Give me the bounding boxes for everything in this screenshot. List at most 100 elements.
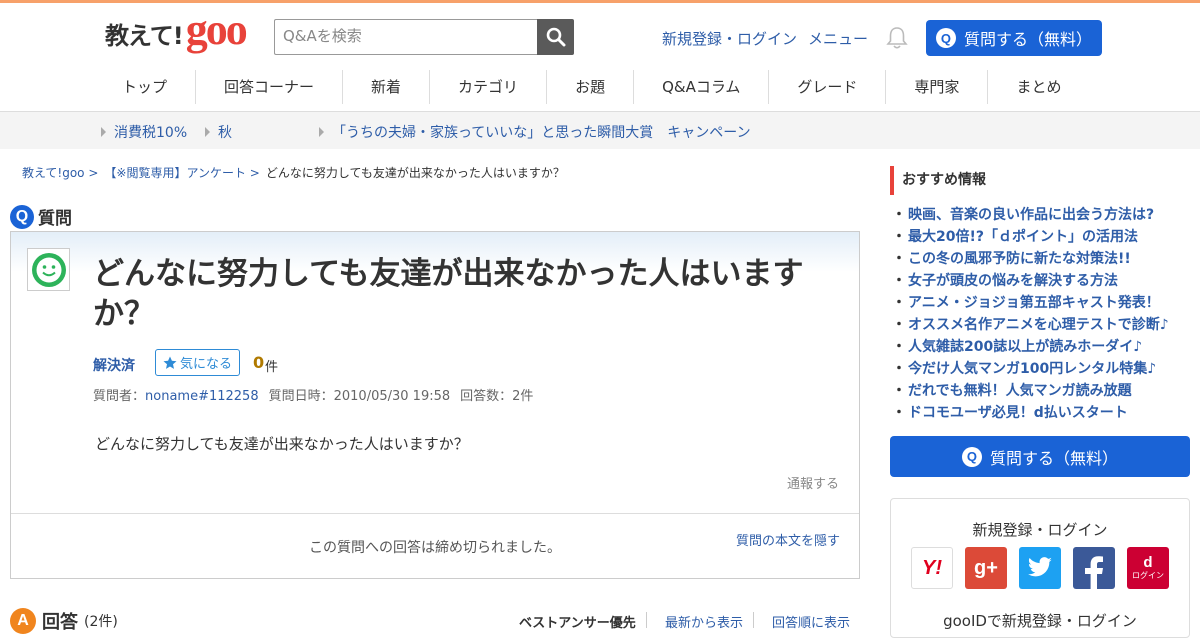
sidebar-ask-button[interactable]: Q 質問する（無料）: [890, 436, 1190, 477]
bullet: ・: [892, 295, 906, 311]
top-accent-stripe: [0, 0, 1200, 3]
sort-divider: [753, 612, 754, 628]
nav-expert[interactable]: 専門家: [886, 70, 989, 104]
nav-new[interactable]: 新着: [343, 70, 431, 104]
site-logo[interactable]: 教えて! goo: [105, 5, 248, 54]
nav-odai[interactable]: お題: [547, 70, 635, 104]
answer-count: 回答数：2件: [460, 389, 534, 404]
recommended-item[interactable]: ・今だけ人気マンガ100円レンタル特集♪: [892, 358, 1192, 380]
recommended-item-label: だれでも無料！人気マンガ読み放題: [908, 383, 1132, 399]
search-input[interactable]: Q&Aを検索: [274, 19, 538, 55]
d-logo-letter: d: [1143, 554, 1153, 571]
main-nav: トップ 回答コーナー 新着 カテゴリ お題 Q&Aコラム グレード 専門家 まと…: [94, 70, 1089, 104]
docomo-d-login-icon[interactable]: d ログイン: [1127, 547, 1169, 589]
q-icon: Q: [961, 446, 982, 467]
kininaru-label: 気になる: [179, 357, 232, 372]
twitter-login-icon[interactable]: [1019, 547, 1061, 589]
question-date: 質問日時：2010/05/30 19:58: [268, 389, 451, 404]
kininaru-unit: 件: [265, 360, 279, 375]
bullet: ・: [892, 405, 906, 421]
breadcrumb-category[interactable]: 【※閲覧専用】アンケート >: [104, 164, 259, 181]
google-plus-login-icon[interactable]: g+: [965, 547, 1007, 589]
report-link[interactable]: 通報する: [787, 473, 839, 492]
recommended-item-label: この冬の風邪予防に新たな対策法!!: [908, 251, 1131, 267]
recommended-item[interactable]: ・女子が頭皮の悩みを解決する方法: [892, 270, 1192, 292]
question-body: どんなに努力しても友達が出来なかった人はいますか？: [95, 435, 469, 453]
bullet: ・: [892, 317, 906, 333]
hide-body-link[interactable]: 質問の本文を隠す: [736, 530, 840, 549]
avatar[interactable]: [27, 248, 70, 291]
recommended-item[interactable]: ・映画、音楽の良い作品に出会う方法は?: [892, 204, 1192, 226]
recommended-item-label: ドコモユーザ必見！d払いスタート: [908, 405, 1128, 421]
recommended-item[interactable]: ・オススメ名作アニメを心理テストで診断♪: [892, 314, 1192, 336]
d-login-label: ログイン: [1132, 571, 1164, 580]
bullet: ・: [892, 273, 906, 289]
recommended-item-label: アニメ・ジョジョ第五部キャスト発表！: [908, 295, 1160, 311]
answers-heading-label: 回答: [42, 612, 78, 633]
menu-link[interactable]: メニュー: [808, 28, 868, 49]
asker-link[interactable]: noname#112258: [145, 389, 259, 404]
recommended-item[interactable]: ・人気雑誌200誌以上が読みホーダイ♪: [892, 336, 1192, 358]
search-button[interactable]: [537, 19, 574, 55]
logo-brand: goo: [185, 5, 248, 54]
recommended-item-label: 女子が頭皮の悩みを解決する方法: [908, 273, 1118, 289]
question-heading-label: 質問: [38, 209, 72, 229]
question-title: どんなに努力しても友達が出来なかった人はいますか？: [93, 256, 804, 332]
topic-bar: 消費税10% 秋 「うちの夫婦・家族っていいな」と思った瞬間大賞 キャンペーン: [0, 111, 1200, 149]
nav-qa-column[interactable]: Q&Aコラム: [634, 70, 770, 104]
recommended-item[interactable]: ・この冬の風邪予防に新たな対策法!!: [892, 248, 1192, 270]
question-badge-icon: Q: [10, 204, 34, 229]
recommended-item-label: オススメ名作アニメを心理テストで診断♪: [908, 317, 1169, 333]
recommended-list: ・映画、音楽の良い作品に出会う方法は? ・最大20倍!?「ｄポイント」の活用法 …: [892, 204, 1192, 424]
nav-grade[interactable]: グレード: [769, 70, 887, 104]
answers-count: (2件): [84, 614, 118, 630]
search-icon: [546, 27, 565, 47]
closed-notice: この質問への回答は締め切られました。: [309, 540, 561, 556]
bullet: ・: [892, 207, 906, 223]
topic-link-tax[interactable]: 消費税10%: [101, 122, 187, 142]
kininaru-count: 0: [253, 353, 265, 372]
topic-link-autumn[interactable]: 秋: [205, 122, 232, 142]
nav-answer-corner[interactable]: 回答コーナー: [196, 70, 344, 104]
sort-best-answer[interactable]: ベストアンサー優先: [519, 612, 636, 631]
question-card: どんなに努力しても友達が出来なかった人はいますか？ 解決済 気になる 0 件 質…: [10, 231, 860, 579]
sort-newest[interactable]: 最新から表示: [665, 612, 743, 631]
facebook-login-icon[interactable]: [1073, 547, 1115, 589]
recommended-item[interactable]: ・最大20倍!?「ｄポイント」の活用法: [892, 226, 1192, 248]
question-meta: 質問者：noname#112258 質問日時：2010/05/30 19:58 …: [93, 385, 533, 404]
answer-badge-icon: A: [10, 608, 36, 634]
smiley-avatar-icon: [31, 252, 66, 287]
sidebar-ask-label: 質問する（無料）: [989, 448, 1118, 468]
yahoo-login-icon[interactable]: Y!: [911, 547, 953, 589]
status-badge: 解決済: [93, 358, 135, 374]
recommended-item-label: 映画、音楽の良い作品に出会う方法は?: [908, 207, 1155, 223]
q-icon: Q: [935, 28, 956, 48]
recommended-item[interactable]: ・ドコモユーザ必見！d払いスタート: [892, 402, 1192, 424]
bullet: ・: [892, 339, 906, 355]
nav-matome[interactable]: まとめ: [988, 70, 1089, 104]
recommended-item[interactable]: ・だれでも無料！人気マンガ読み放題: [892, 380, 1192, 402]
nav-top[interactable]: トップ: [94, 70, 197, 104]
login-box: 新規登録・ログイン Y! g+ d ログイン gooIDで新規登録・ログイン: [890, 498, 1190, 638]
sort-divider: [646, 612, 647, 628]
bullet: ・: [892, 251, 906, 267]
bullet: ・: [892, 383, 906, 399]
breadcrumb-home[interactable]: 教えて!goo >: [22, 164, 98, 181]
ask-question-button[interactable]: Q 質問する（無料）: [926, 20, 1102, 56]
gooid-login-link[interactable]: gooIDで新規登録・ログイン: [891, 610, 1189, 631]
ask-question-label: 質問する（無料）: [963, 30, 1092, 49]
register-login-link[interactable]: 新規登録・ログイン: [662, 28, 797, 49]
recommended-item[interactable]: ・アニメ・ジョジョ第五部キャスト発表！: [892, 292, 1192, 314]
star-icon: [163, 356, 177, 369]
nav-category[interactable]: カテゴリ: [430, 70, 548, 104]
divider: [11, 513, 859, 514]
recommended-item-label: 今だけ人気マンガ100円レンタル特集♪: [908, 361, 1157, 377]
notification-bell-icon[interactable]: [886, 26, 908, 54]
asker-info: 質問者：noname#112258: [93, 385, 259, 404]
bullet: ・: [892, 361, 906, 377]
kininaru-button[interactable]: 気になる: [155, 349, 240, 376]
topic-link-campaign[interactable]: 「うちの夫婦・家族っていいな」と思った瞬間大賞 キャンペーン: [319, 122, 751, 142]
recommended-item-label: 最大20倍!?「ｄポイント」の活用法: [908, 229, 1138, 245]
sort-order[interactable]: 回答順に表示: [772, 612, 850, 631]
logo-text: 教えて!: [105, 22, 184, 50]
